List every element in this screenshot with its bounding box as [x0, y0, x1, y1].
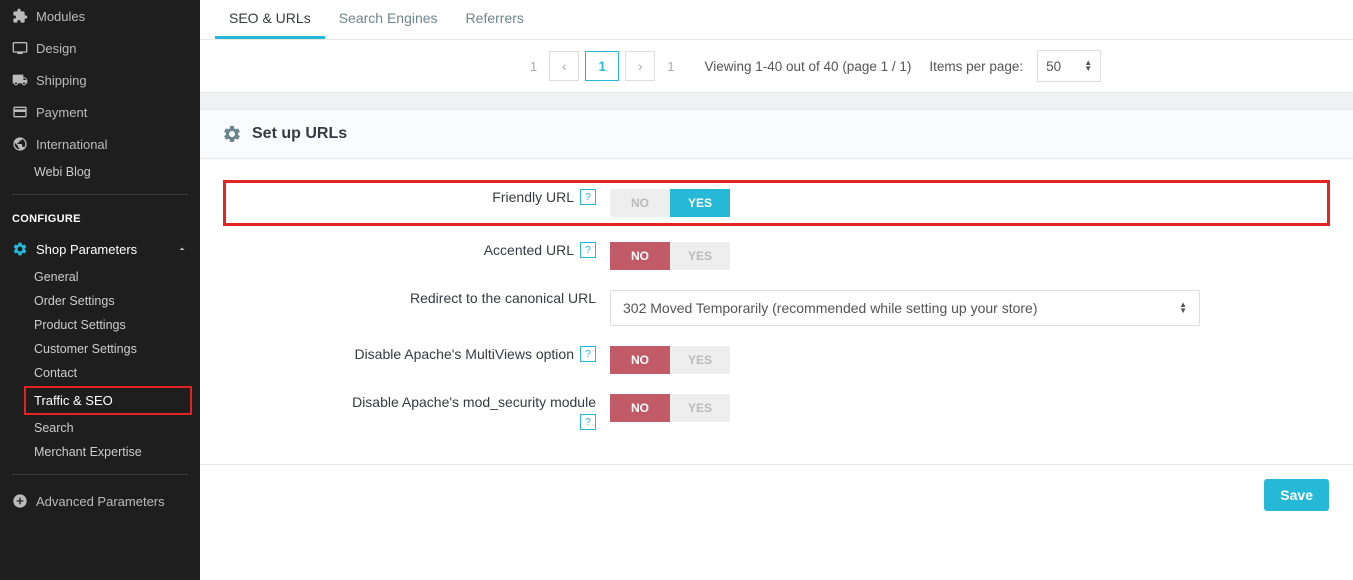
- select-value: 302 Moved Temporarily (recommended while…: [623, 300, 1038, 316]
- toggle-yes[interactable]: YES: [670, 394, 730, 422]
- chevron-left-icon: ‹: [562, 58, 567, 74]
- toggle-accented-url[interactable]: NO YES: [610, 242, 730, 270]
- sidebar-sub-search[interactable]: Search: [0, 416, 200, 440]
- sidebar-item-shop-parameters[interactable]: Shop Parameters: [0, 233, 200, 265]
- sidebar-label: Shipping: [36, 73, 87, 88]
- tab-seo-urls[interactable]: SEO & URLs: [215, 0, 325, 39]
- chevron-right-icon: ›: [638, 58, 643, 74]
- sidebar-item-webi-blog[interactable]: Webi Blog: [0, 160, 200, 184]
- sidebar-label: International: [36, 137, 108, 152]
- toggle-no[interactable]: NO: [610, 346, 670, 374]
- pager-total-right: 1: [661, 59, 680, 74]
- items-per-page-value: 50: [1046, 59, 1061, 74]
- sidebar-sub-product-settings[interactable]: Product Settings: [0, 313, 200, 337]
- toggle-disable-mod-security[interactable]: NO YES: [610, 394, 730, 422]
- divider: [12, 194, 188, 195]
- help-icon[interactable]: ?: [580, 189, 596, 205]
- sidebar-sub-traffic-seo[interactable]: Traffic & SEO: [24, 386, 192, 415]
- panel-header: Set up URLs: [200, 110, 1353, 159]
- puzzle-icon: [12, 8, 28, 24]
- main-content: SEO & URLs Search Engines Referrers 1 ‹ …: [200, 0, 1353, 580]
- pager-viewing-text: Viewing 1-40 out of 40 (page 1 / 1): [704, 59, 911, 74]
- sidebar-heading-configure: CONFIGURE: [0, 205, 200, 233]
- toggle-disable-multiviews[interactable]: NO YES: [610, 346, 730, 374]
- select-redirect-canonical[interactable]: 302 Moved Temporarily (recommended while…: [610, 290, 1200, 326]
- toggle-no[interactable]: NO: [610, 394, 670, 422]
- sidebar-label: Payment: [36, 105, 87, 120]
- sidebar-item-advanced-parameters[interactable]: Advanced Parameters: [0, 485, 200, 517]
- card-icon: [12, 104, 28, 120]
- toggle-yes[interactable]: YES: [670, 189, 730, 217]
- help-icon[interactable]: ?: [580, 414, 596, 430]
- divider: [12, 474, 188, 475]
- toggle-no[interactable]: NO: [610, 242, 670, 270]
- sidebar-label: Design: [36, 41, 76, 56]
- globe-icon: [12, 136, 28, 152]
- toggle-yes[interactable]: YES: [670, 242, 730, 270]
- sidebar: Modules Design Shipping Payment Internat…: [0, 0, 200, 580]
- row-disable-multiviews: Disable Apache's MultiViews option ? NO …: [230, 346, 1323, 374]
- toggle-friendly-url[interactable]: NO YES: [610, 189, 730, 217]
- row-accented-url: Accented URL ? NO YES: [230, 242, 1323, 270]
- help-icon[interactable]: ?: [580, 346, 596, 362]
- label-redirect-canonical: Redirect to the canonical URL: [410, 290, 596, 306]
- tab-search-engines[interactable]: Search Engines: [325, 0, 452, 39]
- panel-gap: [200, 92, 1353, 110]
- monitor-icon: [12, 40, 28, 56]
- gear-icon: [12, 241, 28, 257]
- sidebar-item-design[interactable]: Design: [0, 32, 200, 64]
- gear-icon: [222, 124, 242, 144]
- pager-next-button[interactable]: ›: [625, 51, 655, 81]
- sidebar-item-payment[interactable]: Payment: [0, 96, 200, 128]
- plus-circle-icon: [12, 493, 28, 509]
- sidebar-item-modules[interactable]: Modules: [0, 0, 200, 32]
- sidebar-item-international[interactable]: International: [0, 128, 200, 160]
- pager-prev-button[interactable]: ‹: [549, 51, 579, 81]
- sort-arrows-icon: ▲▼: [1179, 302, 1187, 314]
- row-redirect-canonical: Redirect to the canonical URL 302 Moved …: [230, 290, 1323, 326]
- save-button[interactable]: Save: [1264, 479, 1329, 511]
- sidebar-sub-customer-settings[interactable]: Customer Settings: [0, 337, 200, 361]
- pager-bar: 1 ‹ 1 › 1 Viewing 1-40 out of 40 (page 1…: [200, 40, 1353, 92]
- row-disable-mod-security: Disable Apache's mod_security module ? N…: [230, 394, 1323, 430]
- toggle-yes[interactable]: YES: [670, 346, 730, 374]
- pager: 1 ‹ 1 › 1: [524, 51, 680, 81]
- sidebar-sub-contact[interactable]: Contact: [0, 361, 200, 385]
- form-body: Friendly URL ? NO YES Accented URL ?: [200, 159, 1353, 464]
- row-friendly-url: Friendly URL ? NO YES: [223, 180, 1330, 226]
- label-disable-multiviews: Disable Apache's MultiViews option: [354, 346, 574, 362]
- sidebar-item-shipping[interactable]: Shipping: [0, 64, 200, 96]
- items-per-page-select[interactable]: 50 ▲▼: [1037, 50, 1101, 82]
- label-friendly-url: Friendly URL: [492, 189, 574, 205]
- truck-icon: [12, 72, 28, 88]
- form-footer: Save: [200, 464, 1353, 525]
- pager-total-left: 1: [524, 59, 543, 74]
- sidebar-sub-general[interactable]: General: [0, 265, 200, 289]
- tabs: SEO & URLs Search Engines Referrers: [200, 0, 1353, 40]
- label-accented-url: Accented URL: [484, 242, 574, 258]
- sidebar-label: Shop Parameters: [36, 242, 137, 257]
- toggle-no[interactable]: NO: [610, 189, 670, 217]
- sidebar-label: Advanced Parameters: [36, 494, 165, 509]
- label-disable-mod-security: Disable Apache's mod_security module: [352, 394, 596, 410]
- sidebar-sub-merchant-expertise[interactable]: Merchant Expertise: [0, 440, 200, 464]
- tab-referrers[interactable]: Referrers: [452, 0, 538, 39]
- sidebar-label: Modules: [36, 9, 85, 24]
- help-icon[interactable]: ?: [580, 242, 596, 258]
- pager-current: 1: [585, 51, 619, 81]
- sidebar-sub-order-settings[interactable]: Order Settings: [0, 289, 200, 313]
- chevron-up-icon: [176, 243, 188, 255]
- sort-arrows-icon: ▲▼: [1084, 60, 1092, 72]
- items-per-page-label: Items per page:: [929, 59, 1023, 74]
- panel-title: Set up URLs: [252, 125, 347, 143]
